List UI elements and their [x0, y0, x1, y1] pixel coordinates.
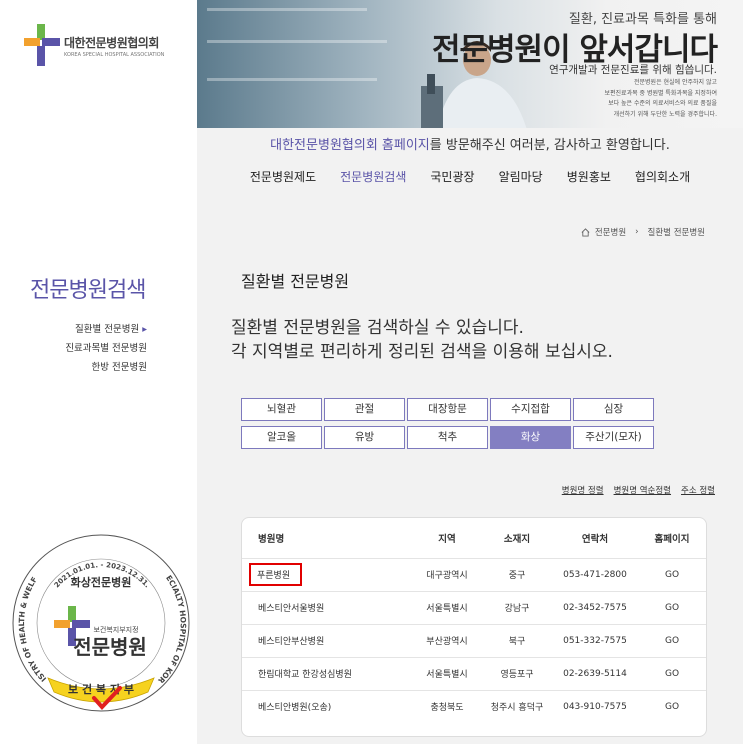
seal-ribbon-text: 보 건 복 지 부: [68, 682, 134, 696]
sort-by-address-link[interactable]: 주소 정렬: [681, 484, 715, 496]
site-logo[interactable]: 대한전문병원협의회 KOREA SPECIAL HOSPITAL ASSOCIA…: [24, 24, 184, 74]
left-column: 대한전문병원협의회 KOREA SPECIAL HOSPITAL ASSOCIA…: [0, 0, 197, 744]
homepage-go-link[interactable]: GO: [638, 590, 706, 624]
col-header-contact: 연락처: [581, 533, 609, 545]
welcome-highlight: 대한전문병원협의회 홈페이지: [270, 138, 430, 153]
location-cell: 영등포구: [482, 656, 552, 690]
col-header-location: 소재지: [503, 533, 531, 545]
col-header-homepage: 홈페이지: [654, 533, 690, 545]
nav-item-system[interactable]: 전문병원제도: [238, 168, 328, 185]
region-cell: 충청북도: [412, 689, 482, 723]
sidebar-item-oriental[interactable]: 한방 전문병원: [65, 358, 147, 377]
col-header-region: 지역: [438, 533, 456, 545]
contact-cell: 02-2639-5114: [552, 656, 638, 690]
category-button[interactable]: 척추: [407, 426, 488, 449]
seal-designation: 보건복지부지정: [93, 625, 138, 634]
welcome-message: 대한전문병원협의회 홈페이지를 방문해주신 여러분, 감사하고 환영합니다.: [197, 134, 743, 153]
category-button[interactable]: 알코올: [241, 426, 322, 449]
category-button-selected[interactable]: 화상: [490, 426, 571, 449]
home-icon[interactable]: [581, 227, 590, 237]
table-row: 베스티안병원(오송) 충청북도 청주시 흥덕구 043-910-7575 GO: [242, 689, 706, 723]
breadcrumb: 전문병원 › 질환별 전문병원: [581, 226, 705, 238]
sort-by-name-reverse-link[interactable]: 병원명 역순정렬: [614, 484, 671, 496]
seal-main: 전문병원: [73, 635, 147, 659]
hospital-name-cell[interactable]: 한림대학교 한강성심병원: [242, 656, 412, 690]
global-nav: 전문병원제도 전문병원검색 국민광장 알림마당 병원홍보 협의회소개: [197, 168, 743, 185]
category-button[interactable]: 수지접합: [490, 398, 571, 421]
nav-item-notice[interactable]: 알림마당: [487, 168, 555, 185]
contact-cell: 043-910-7575: [552, 689, 638, 723]
homepage-go-link[interactable]: GO: [638, 656, 706, 690]
nav-item-search[interactable]: 전문병원검색: [328, 168, 418, 185]
category-buttons: 뇌혈관 관절 대장항문 수지접합 심장 알코올 유방 척추 화상 주산기(모자): [241, 398, 657, 449]
table-row: 푸른병원 대구광역시 중구 053-471-2800 GO: [242, 557, 706, 591]
category-button[interactable]: 유방: [324, 426, 405, 449]
sort-by-name-link[interactable]: 병원명 정렬: [562, 484, 604, 496]
breadcrumb-home[interactable]: 전문병원: [595, 226, 626, 238]
page-description: 질환별 전문병원을 검색하실 수 있습니다. 각 지역별로 편리하게 정리된 검…: [231, 318, 613, 362]
region-cell: 대구광역시: [412, 557, 482, 591]
table-row: 베스티안서울병원 서울특별시 강남구 02-3452-7575 GO: [242, 590, 706, 624]
logo-subtitle: KOREA SPECIAL HOSPITAL ASSOCIATION: [64, 52, 165, 58]
nav-item-about[interactable]: 협의회소개: [623, 168, 702, 185]
breadcrumb-current: 질환별 전문병원: [647, 228, 705, 238]
hero-banner: 질환, 진료과목 특화를 통해 전문병원이 앞서갑니다 연구개발과 전문진료를 …: [197, 0, 743, 128]
logo-cross-icon: [24, 24, 60, 66]
logo-name: 대한전문병원협의회: [64, 36, 159, 50]
col-header-name: 병원명: [258, 533, 285, 545]
sidebar-item-disease[interactable]: 질환별 전문병원: [65, 320, 147, 339]
category-button[interactable]: 주산기(모자): [573, 426, 654, 449]
homepage-go-link[interactable]: GO: [638, 623, 706, 657]
category-button[interactable]: 대장항문: [407, 398, 488, 421]
main-content: 질환, 진료과목 특화를 통해 전문병원이 앞서갑니다 연구개발과 전문진료를 …: [197, 0, 743, 744]
region-cell: 서울특별시: [412, 656, 482, 690]
nav-item-promo[interactable]: 병원홍보: [555, 168, 623, 185]
table-row: 한림대학교 한강성심병원 서울특별시 영등포구 02-2639-5114 GO: [242, 656, 706, 690]
contact-cell: 02-3452-7575: [552, 590, 638, 624]
category-button[interactable]: 뇌혈관: [241, 398, 322, 421]
banner-small-text: 전문병원은 현실에 안주하지 않고 보편진료과목 중 병원별 특화과목을 지정하…: [604, 79, 717, 118]
seal-specialty: 화상전문병원: [71, 575, 132, 589]
contact-cell: 053-471-2800: [552, 557, 638, 591]
hospital-name-cell[interactable]: 베스티안부산병원: [242, 623, 412, 657]
hospital-name-cell[interactable]: 베스티안서울병원: [242, 590, 412, 624]
category-button[interactable]: 관절: [324, 398, 405, 421]
sidebar-menu: 질환별 전문병원 진료과목별 전문병원 한방 전문병원: [65, 320, 147, 377]
contact-cell: 051-332-7575: [552, 623, 638, 657]
specialty-hospital-seal: 2021.01.01. - 2023.12.31. MINISTRY OF HE…: [8, 530, 190, 712]
page-title: 질환별 전문병원: [241, 272, 350, 291]
sidebar-item-department[interactable]: 진료과목별 전문병원: [65, 339, 147, 358]
sidebar-title: 전문병원검색: [30, 278, 146, 303]
hospital-table: 병원명 지역 소재지 연락처 홈페이지 푸른병원 대구광역시 중구 053-47…: [241, 517, 707, 737]
homepage-go-link[interactable]: GO: [638, 689, 706, 723]
region-cell: 부산광역시: [412, 623, 482, 657]
location-cell: 북구: [482, 623, 552, 657]
location-cell: 중구: [482, 557, 552, 591]
hospital-name-cell[interactable]: 베스티안병원(오송): [242, 689, 412, 723]
highlighted-hospital-name[interactable]: 푸른병원: [249, 563, 303, 586]
sort-links: 병원명 정렬 병원명 역순정렬 주소 정렬: [562, 484, 715, 496]
nav-item-plaza[interactable]: 국민광장: [418, 168, 486, 185]
region-cell: 서울특별시: [412, 590, 482, 624]
hospital-name-cell[interactable]: 푸른병원: [242, 557, 412, 591]
welcome-rest: 를 방문해주신 여러분, 감사하고 환영합니다.: [429, 138, 670, 153]
category-button[interactable]: 심장: [573, 398, 654, 421]
homepage-go-link[interactable]: GO: [638, 557, 706, 591]
location-cell: 청주시 흥덕구: [482, 689, 552, 723]
chevron-right-icon: ›: [635, 227, 639, 237]
table-row: 베스티안부산병원 부산광역시 북구 051-332-7575 GO: [242, 623, 706, 657]
location-cell: 강남구: [482, 590, 552, 624]
banner-line3: 연구개발과 전문진료를 위해 힘씁니다.: [549, 64, 717, 76]
table-header-row: 병원명 지역 소재지 연락처 홈페이지: [242, 518, 706, 558]
